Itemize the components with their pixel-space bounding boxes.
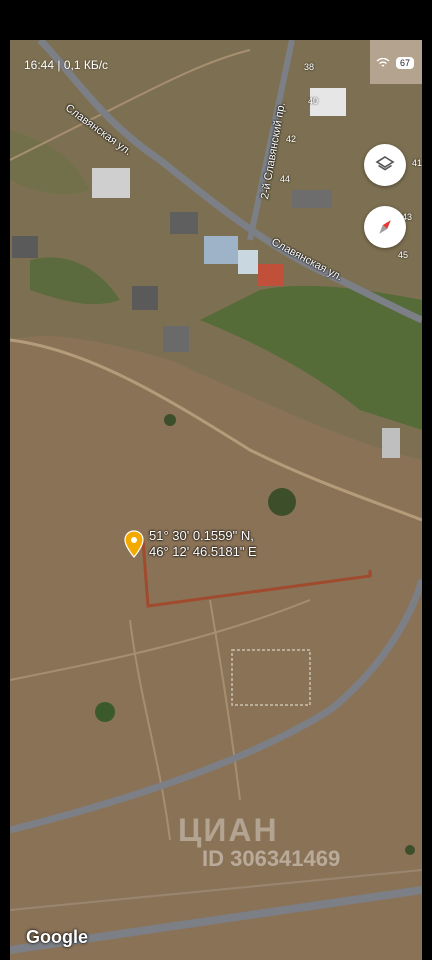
latitude-text: 51° 30' 0.1559" N, [149, 528, 254, 543]
compass-button[interactable] [364, 206, 406, 248]
compass-icon [379, 220, 391, 234]
status-bar: 16:44 | 0,1 КБ/с 67 [10, 40, 422, 88]
clock: 16:44 [24, 58, 55, 72]
wifi-icon [376, 58, 390, 67]
house-number: 41 [412, 158, 422, 168]
coordinates-label: 51° 30' 0.1559" N, 46° 12' 46.5181" E [149, 528, 257, 560]
watermark-logo: ЦИАН [178, 812, 279, 848]
house-number: 40 [308, 96, 319, 106]
house-number: 44 [280, 174, 291, 184]
house-number: 38 [304, 62, 315, 72]
watermark-id: ID 306341469 [202, 846, 341, 871]
battery-indicator: 67 [395, 57, 414, 69]
location-pin[interactable] [124, 530, 144, 563]
layers-button[interactable] [364, 144, 406, 186]
google-attribution: Google [26, 927, 88, 947]
map-view[interactable]: 16:44 | 0,1 КБ/с 67 Славянская ул. Славя… [10, 40, 422, 960]
map-pin-icon [124, 530, 144, 558]
house-number: 45 [398, 250, 409, 260]
network-speed: 0,1 КБ/с [63, 58, 109, 72]
layers-icon [375, 156, 395, 171]
longitude-text: 46° 12' 46.5181" E [149, 544, 257, 559]
house-number: 42 [286, 134, 297, 144]
